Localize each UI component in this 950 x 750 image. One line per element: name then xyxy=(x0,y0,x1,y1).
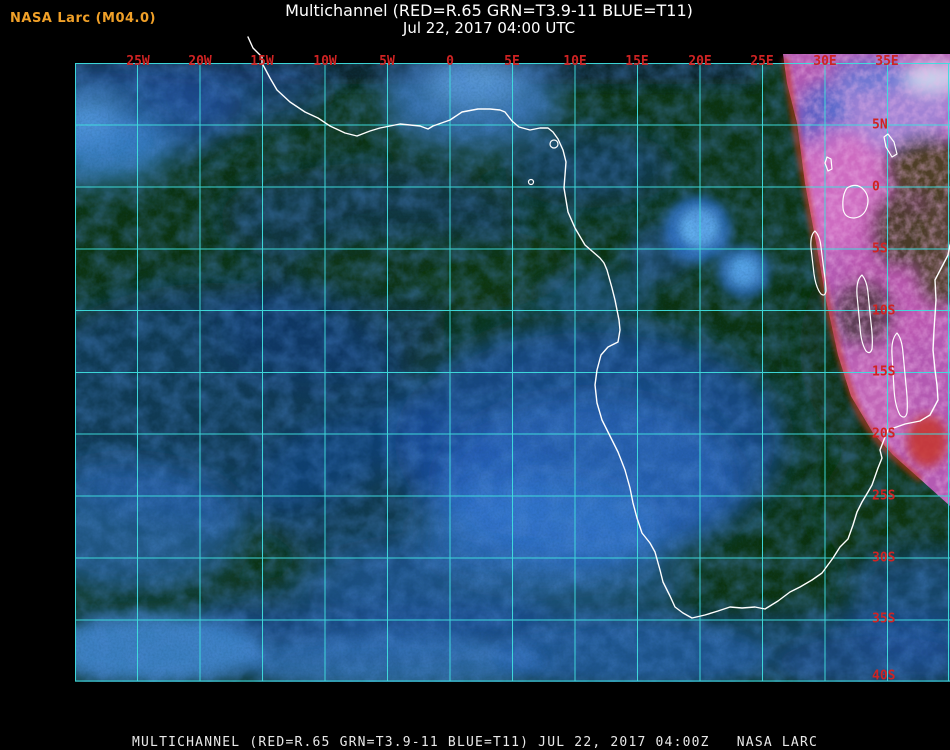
source-label: NASA Larc (M04.0) xyxy=(10,11,156,26)
lon-label: 5W xyxy=(379,54,395,69)
lon-label: 20W xyxy=(188,54,212,69)
lon-label: 25E xyxy=(750,54,774,69)
lat-label: 15S xyxy=(872,364,896,380)
lat-label: 5S xyxy=(872,241,888,257)
lat-label: 40S xyxy=(872,668,896,684)
lon-label: 15W xyxy=(250,54,274,69)
lon-label: 0 xyxy=(446,54,454,69)
lat-label: 10S xyxy=(872,303,896,319)
lat-label: 5N xyxy=(872,117,888,133)
page-subtitle: Jul 22, 2017 04:00 UTC xyxy=(402,19,576,37)
lat-label: 20S xyxy=(872,426,896,442)
lat-label: 35S xyxy=(872,611,896,627)
lat-label: 0 xyxy=(872,179,880,195)
lon-label: 15E xyxy=(625,54,649,69)
lon-label: 25W xyxy=(126,54,150,69)
lat-label: 25S xyxy=(872,488,896,504)
lon-label: 10W xyxy=(313,54,337,69)
page-title: Multichannel (RED=R.65 GRN=T3.9-11 BLUE=… xyxy=(285,1,693,20)
lon-label: 35E xyxy=(875,54,899,69)
lat-label: 30S xyxy=(872,550,896,566)
lon-label: 30E xyxy=(813,54,837,69)
satellite-map xyxy=(75,36,950,682)
satellite-viewer-screen: NASA Larc (M04.0) Multichannel (RED=R.65… xyxy=(0,0,950,750)
lon-label: 20E xyxy=(688,54,712,69)
lon-label: 10E xyxy=(563,54,587,69)
lon-label: 5E xyxy=(504,54,520,69)
footer-caption: MULTICHANNEL (RED=R.65 GRN=T3.9-11 BLUE=… xyxy=(131,735,819,750)
satellite-image xyxy=(75,36,950,682)
